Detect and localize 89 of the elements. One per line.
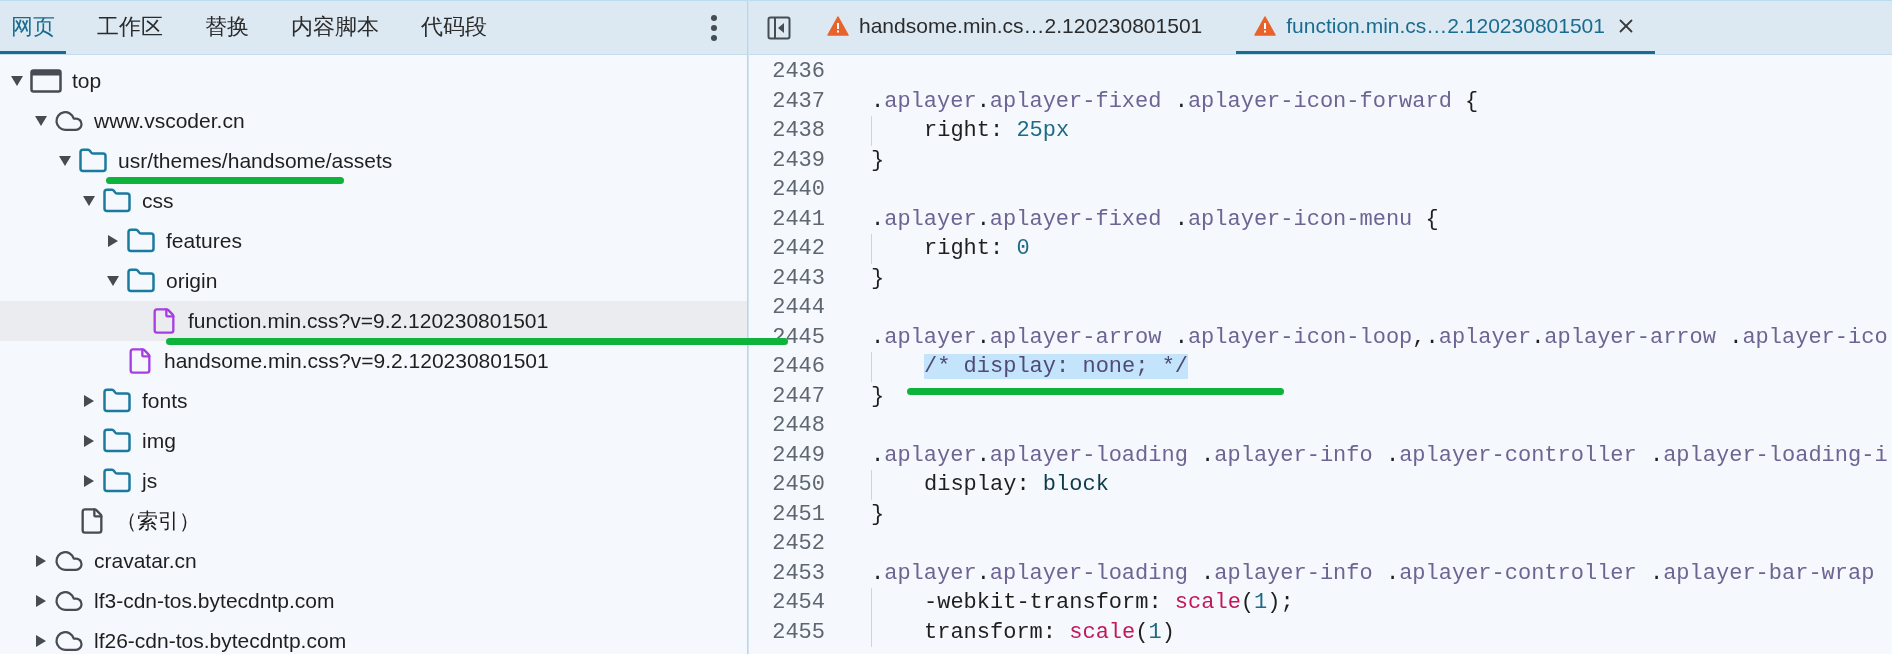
tree-item-label: usr/themes/handsome/assets	[118, 148, 393, 175]
tab-label: function.min.cs…2.120230801501	[1286, 13, 1605, 40]
line-number: 2450	[771, 471, 825, 500]
navigator-tab[interactable]: 网页	[0, 1, 66, 54]
code-line: .aplayer.aplayer-arrow .aplayer-icon-loop,.aplayer.aplayer-arrow .aplayer-ico	[871, 323, 1888, 352]
code-line: }	[871, 146, 885, 175]
tree-item-label: css	[142, 188, 174, 215]
line-number: 2442	[771, 235, 825, 264]
tree-item[interactable]: fonts	[0, 381, 747, 421]
line-number: 2440	[771, 176, 825, 205]
tree-item[interactable]: usr/themes/handsome/assets	[0, 141, 747, 181]
collapse-arrow-icon[interactable]	[34, 115, 48, 127]
navigator-tab[interactable]: 代码段	[410, 1, 498, 54]
tree-item[interactable]: （索引）	[0, 501, 747, 541]
line-number: 2451	[771, 500, 825, 529]
tree-item-label: lf26-cdn-tos.bytecdntp.com	[94, 628, 347, 654]
collapse-arrow-icon[interactable]	[58, 155, 72, 167]
tree-item[interactable]: css	[0, 181, 747, 221]
collapse-arrow-icon[interactable]	[10, 75, 24, 87]
code-line: right: 0	[924, 235, 1030, 264]
tree-item-label: lf3-cdn-tos.bytecdntp.com	[94, 588, 335, 615]
code-line: .aplayer.aplayer-fixed .aplayer-icon-menu {	[871, 205, 1439, 234]
expand-arrow-icon[interactable]	[107, 234, 119, 248]
tree-item-label: top	[72, 68, 102, 95]
tree-item[interactable]: img	[0, 421, 747, 461]
code-line: transform: scale(1)	[924, 618, 1175, 647]
line-number: 2454	[771, 589, 825, 618]
collapse-arrow-icon[interactable]	[82, 195, 96, 207]
sidebar-toggle-icon[interactable]	[767, 15, 791, 40]
navigator-tab[interactable]: 替换	[194, 1, 260, 54]
tree-item-label: cravatar.cn	[94, 548, 197, 575]
tab-label: handsome.min.cs…2.120230801501	[859, 13, 1203, 40]
expand-arrow-icon[interactable]	[35, 594, 47, 608]
collapse-arrow-icon[interactable]	[106, 275, 120, 287]
tree-item[interactable]: lf26-cdn-tos.bytecdntp.com	[0, 621, 747, 654]
warning-icon	[1254, 16, 1277, 36]
window-icon	[30, 69, 62, 93]
line-number: 2438	[771, 117, 825, 146]
expand-arrow-icon[interactable]	[83, 434, 95, 448]
tree-item[interactable]: function.min.css?v=9.2.120230801501	[0, 301, 747, 341]
code-line: }	[871, 382, 885, 411]
warning-icon	[827, 16, 849, 36]
tree-item-label: js	[142, 468, 158, 495]
line-number: 2448	[771, 412, 825, 441]
expand-arrow-icon[interactable]	[35, 634, 47, 648]
line-number: 2452	[771, 530, 825, 559]
line-number: 2436	[771, 58, 825, 87]
expand-arrow-icon[interactable]	[83, 474, 95, 488]
editor-tab[interactable]: function.min.cs…2.120230801501	[1236, 1, 1655, 54]
line-number: 2449	[771, 441, 825, 470]
tree-item-label: handsome.min.css?v=9.2.120230801501	[164, 348, 549, 375]
tree-item-label: features	[166, 228, 242, 255]
line-number: 2441	[771, 205, 825, 234]
code-line: .aplayer.aplayer-loading .aplayer-info .aplayer-controller .aplayer-bar-wrap	[871, 559, 1875, 588]
tree-item-label: www.vscoder.cn	[94, 108, 245, 135]
tree-item[interactable]: features	[0, 221, 747, 261]
tree-item[interactable]: origin	[0, 261, 747, 301]
line-number: 2439	[771, 146, 825, 175]
line-number: 2446	[771, 353, 825, 382]
code-line: -webkit-transform: scale(1);	[924, 589, 1294, 618]
line-number: 2453	[771, 559, 825, 588]
code-line: }	[871, 264, 885, 293]
expand-arrow-icon[interactable]	[35, 554, 47, 568]
tree-item-label: （索引）	[116, 508, 200, 535]
code-line: }	[871, 500, 885, 529]
tree-item[interactable]: www.vscoder.cn	[0, 101, 747, 141]
code-line: .aplayer.aplayer-fixed .aplayer-icon-forward {	[871, 87, 1479, 116]
line-number: 2443	[771, 264, 825, 293]
tree-item[interactable]: lf3-cdn-tos.bytecdntp.com	[0, 581, 747, 621]
more-options-icon[interactable]	[709, 13, 719, 42]
tree-item-label: img	[142, 428, 176, 455]
tree-item[interactable]: handsome.min.css?v=9.2.120230801501	[0, 341, 747, 381]
line-number: 2444	[771, 294, 825, 323]
editor-tab[interactable]: handsome.min.cs…2.120230801501	[809, 1, 1221, 54]
code-line: right: 25px	[924, 117, 1070, 146]
line-number: 2447	[771, 382, 825, 411]
line-number: 2455	[771, 618, 825, 647]
code-line: display: block	[924, 471, 1109, 500]
tree-item[interactable]: top	[0, 61, 747, 101]
tree-item-label: fonts	[142, 388, 188, 415]
tree-item[interactable]: js	[0, 461, 747, 501]
expand-arrow-icon[interactable]	[83, 394, 95, 408]
navigator-tab[interactable]: 工作区	[86, 1, 174, 54]
tree-item-label: origin	[166, 268, 218, 295]
tree-item[interactable]: cravatar.cn	[0, 541, 747, 581]
tree-item-label: function.min.css?v=9.2.120230801501	[188, 308, 549, 335]
code-line: .aplayer.aplayer-loading .aplayer-info .aplayer-controller .aplayer-loading-i	[871, 441, 1888, 470]
navigator-tab[interactable]: 内容脚本	[280, 1, 390, 54]
line-number: 2437	[771, 87, 825, 116]
